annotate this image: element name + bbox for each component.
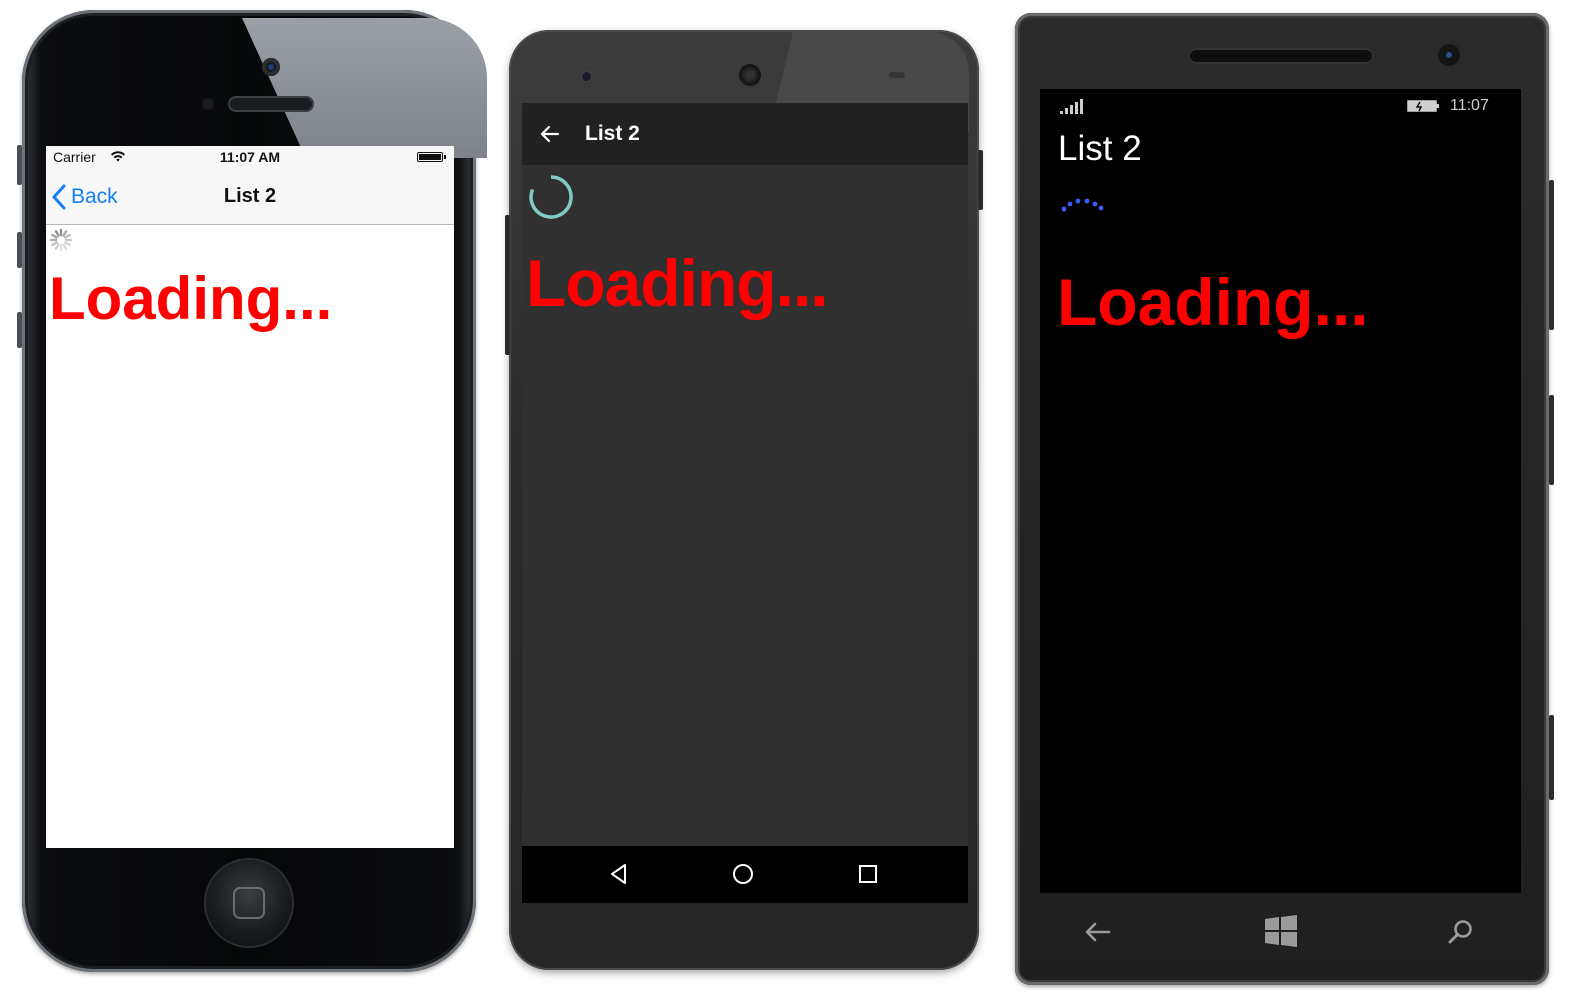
loading-label: Loading... (49, 265, 333, 332)
status-time: 11:07 AM (219, 149, 281, 165)
back-arrow-icon[interactable] (1083, 917, 1113, 947)
home-button-square-icon (233, 887, 265, 919)
battery-icon (417, 152, 446, 162)
status-time: 11:07 (1450, 97, 1489, 114)
android-volume-rocker (505, 215, 510, 355)
progress-dots-icon (1061, 198, 1104, 212)
windows-phone-earpiece (1188, 48, 1374, 64)
ios-status-bar: Carrier 11:07 AM (46, 146, 454, 168)
android-earpiece (739, 64, 761, 86)
iphone-mute-switch (17, 145, 22, 185)
iphone-screen: Carrier 11:07 AM Back List 2 Loading... (46, 146, 454, 848)
iphone-volume-up (17, 232, 22, 268)
windows-phone-screen: 11:07 List 2 Loading... (1040, 89, 1521, 893)
page-title: List 2 (1058, 129, 1142, 168)
android-front-camera (582, 72, 591, 81)
iphone-proximity-sensor (202, 98, 214, 110)
signal-strength-icon (1060, 99, 1083, 114)
iphone-earpiece (228, 96, 314, 112)
arrow-back-icon[interactable] (538, 122, 562, 146)
page-title: List 2 (585, 122, 640, 145)
loading-label: Loading... (1057, 265, 1369, 339)
nav-back-icon[interactable] (605, 860, 633, 888)
iphone-volume-down (17, 312, 22, 348)
iphone-front-camera (262, 58, 280, 76)
progress-ring-icon (529, 175, 573, 219)
windows-start-icon[interactable] (1263, 914, 1299, 948)
android-navigation-bar (522, 846, 968, 903)
iphone-glass-glare (242, 18, 487, 158)
activity-spinner-icon (49, 228, 73, 252)
windows-phone-volume-button (1549, 180, 1554, 330)
windows-phone-camera-button (1549, 715, 1554, 800)
search-icon[interactable] (1447, 918, 1475, 946)
battery-icon (1407, 100, 1439, 112)
nav-recents-icon[interactable] (854, 860, 882, 888)
windows-phone-power-button (1549, 395, 1554, 485)
ios-navigation-bar: Back List 2 (46, 168, 454, 225)
home-button[interactable] (206, 860, 292, 946)
windows-phone-front-camera (1435, 41, 1463, 69)
android-screen: List 2 Loading... (522, 103, 968, 903)
android-light-sensor (889, 72, 905, 78)
nav-home-icon[interactable] (729, 860, 757, 888)
android-toolbar: List 2 (522, 103, 968, 165)
android-power-button (978, 150, 983, 210)
loading-label: Loading... (526, 246, 829, 320)
page-title: List 2 (223, 185, 277, 207)
